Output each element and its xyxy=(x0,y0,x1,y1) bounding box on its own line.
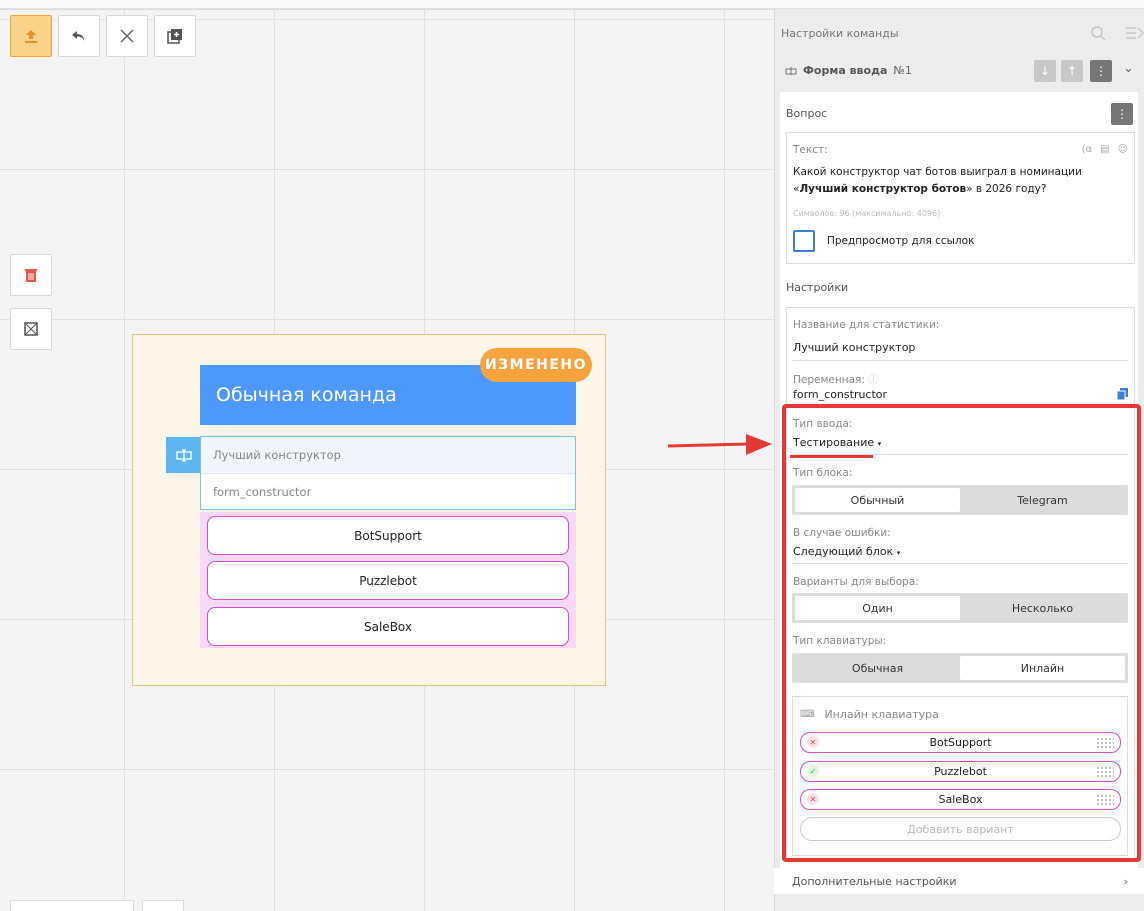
frame-button[interactable] xyxy=(10,308,52,350)
help-icon: ⓘ xyxy=(868,374,879,386)
block-type-option[interactable]: Telegram xyxy=(960,488,1125,512)
keyboard-type-toggle[interactable]: Обычная Инлайн xyxy=(792,653,1128,683)
keyboard-option[interactable]: ✕ SaleBox xyxy=(800,789,1121,810)
preview-links-label: Предпросмотр для ссылок xyxy=(827,235,975,247)
question-section-title: Вопрос xyxy=(786,107,828,120)
top-bar xyxy=(0,0,1144,9)
choice-option[interactable]: Несколько xyxy=(960,596,1125,620)
question-menu-button[interactable]: ⋮ xyxy=(1111,103,1133,125)
search-icon[interactable] xyxy=(1090,25,1106,41)
wrong-icon[interactable]: ✕ xyxy=(807,736,819,748)
upload-button[interactable] xyxy=(10,15,52,57)
move-down-button[interactable]: ↓ xyxy=(1034,60,1056,82)
input-form-box[interactable]: Лучший конструктор form_constructor xyxy=(200,436,576,510)
choice-option[interactable]: Один xyxy=(795,596,960,620)
text-label: Текст: xyxy=(793,144,828,156)
command-name: Форма ввода xyxy=(803,64,888,77)
trash-icon xyxy=(25,269,37,282)
drag-handle-icon[interactable] xyxy=(1096,737,1114,748)
char-count: Символов: 96 (максимально: 4096) xyxy=(793,209,941,218)
panel-title: Настройки команды xyxy=(781,27,899,40)
choice-label: Варианты для выбора: xyxy=(793,576,919,588)
block-type-label: Тип блока: xyxy=(793,467,853,479)
chevron-down-icon[interactable]: ⌄ xyxy=(1123,61,1134,76)
more-settings-label: Дополнительные настройки xyxy=(792,874,957,888)
frame-icon xyxy=(24,322,38,336)
wrong-icon[interactable]: ✕ xyxy=(807,793,819,805)
bottom-tab[interactable] xyxy=(142,900,184,911)
modified-badge: ИЗМЕНЕНО xyxy=(480,348,592,382)
inline-keyboard-title: Инлайн клавиатура xyxy=(824,708,939,721)
correct-icon[interactable]: ✓ xyxy=(807,765,819,777)
preview-links-checkbox[interactable] xyxy=(793,230,815,252)
keyboard-type-label: Тип клавиатуры: xyxy=(793,635,887,647)
close-icon xyxy=(120,29,134,43)
chevron-down-icon: ▾ xyxy=(877,440,882,448)
answer-button[interactable]: BotSupport xyxy=(207,516,569,555)
block-variable: form_constructor xyxy=(213,484,312,499)
highlight-underline xyxy=(790,455,873,458)
block-type-toggle[interactable]: Обычный Telegram xyxy=(792,485,1128,515)
answer-button[interactable]: Puzzlebot xyxy=(207,561,569,600)
answer-button[interactable]: SaleBox xyxy=(207,607,569,646)
on-error-select[interactable]: Следующий блок ▾ xyxy=(793,545,900,558)
close-button[interactable] xyxy=(106,15,148,57)
chevron-down-icon: ▾ xyxy=(896,549,901,557)
drag-handle-icon[interactable] xyxy=(1096,794,1114,805)
copy-icon[interactable] xyxy=(1117,388,1128,400)
command-number: №1 xyxy=(893,64,912,77)
emoji-icon[interactable]: ☺ xyxy=(1118,144,1128,155)
drag-handle-icon[interactable] xyxy=(1096,766,1114,777)
undo-icon xyxy=(72,31,84,41)
question-text-box[interactable]: Текст: (α ▤ ☺ Какой конструктор чат бото… xyxy=(786,132,1135,264)
settings-section-title: Настройки xyxy=(786,281,849,294)
choice-toggle[interactable]: Один Несколько xyxy=(792,593,1128,623)
variable-label: Переменная: ⓘ xyxy=(793,374,879,386)
more-settings-row[interactable]: Дополнительные настройки › xyxy=(774,868,1144,894)
keyboard-icon: ⌨ xyxy=(800,709,815,720)
keyboard-option[interactable]: ✓ Puzzlebot xyxy=(800,761,1121,782)
input-form-icon xyxy=(166,437,201,473)
variable-input[interactable]: form_constructor xyxy=(793,388,887,401)
block-stat-name: Лучший конструктор xyxy=(201,437,575,474)
input-type-label: Тип ввода: xyxy=(793,418,853,430)
on-error-label: В случае ошибки: xyxy=(793,527,891,539)
block-type-option[interactable]: Обычный xyxy=(795,488,960,512)
format-icon[interactable]: (α xyxy=(1082,144,1093,155)
bottom-tab[interactable] xyxy=(10,900,134,911)
add-option-button[interactable]: Добавить вариант xyxy=(800,817,1121,841)
keyboard-type-option[interactable]: Обычная xyxy=(795,656,960,680)
arrow-annotation xyxy=(668,434,772,455)
menu-button[interactable]: ⋮ xyxy=(1090,60,1112,82)
stat-name-label: Название для статистики: xyxy=(793,319,940,331)
delete-button[interactable] xyxy=(10,254,52,296)
stat-name-input[interactable]: Лучший конструктор xyxy=(793,341,915,354)
collapse-panel-icon[interactable] xyxy=(1126,25,1144,41)
keyboard-type-option[interactable]: Инлайн xyxy=(960,656,1125,680)
copy-icon xyxy=(167,29,182,44)
input-type-select[interactable]: Тестирование ▾ xyxy=(793,436,881,449)
upload-icon xyxy=(25,30,37,43)
move-up-button[interactable]: ↑ xyxy=(1061,60,1083,82)
undo-button[interactable] xyxy=(58,15,100,57)
keyboard-option[interactable]: ✕ BotSupport xyxy=(800,732,1121,753)
input-form-icon xyxy=(785,66,797,75)
question-text[interactable]: Какой конструктор чат ботов выиграл в но… xyxy=(793,164,1123,198)
chevron-right-icon: › xyxy=(1123,874,1128,888)
media-icon[interactable]: ▤ xyxy=(1100,144,1109,155)
copy-button[interactable] xyxy=(154,15,196,57)
